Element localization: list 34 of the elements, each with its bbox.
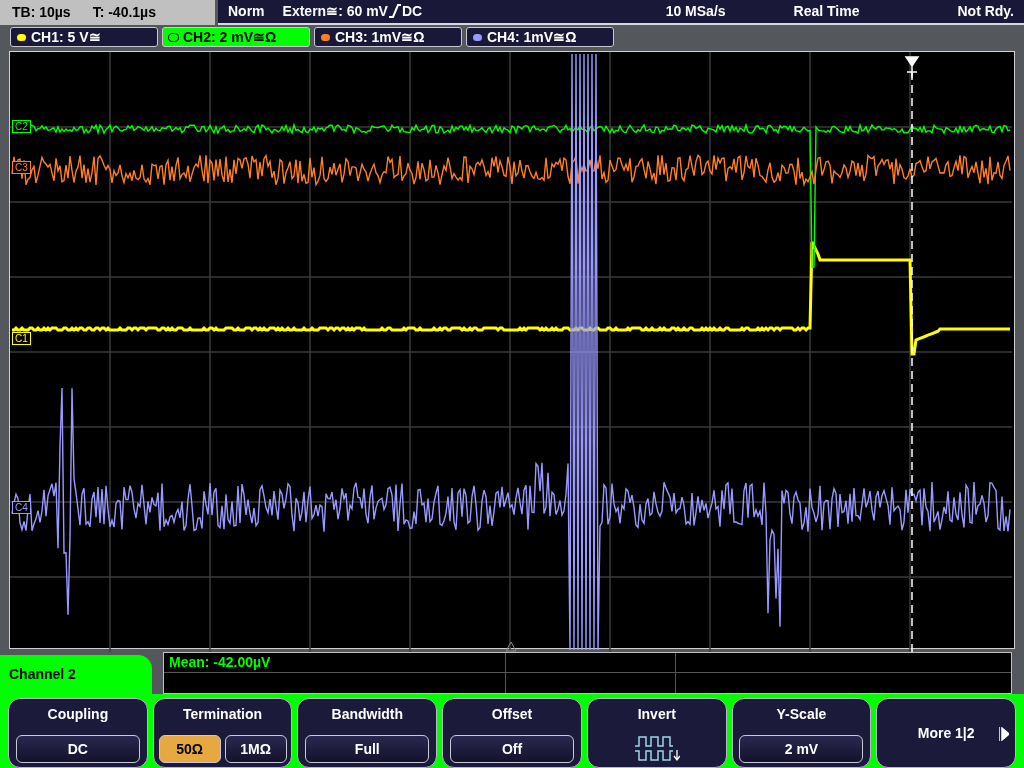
channel-tab[interactable]: CH2: 2 mV≅Ω [162,27,310,48]
sample-rate-text: 10 MSa/s [665,1,726,21]
trigger-mode-text: Norm [228,1,265,21]
trigger-time-text: T: -40.1µs [92,2,156,22]
acquisition-mode-text: Real Time [793,1,860,21]
run-state-text: Not Rdy. [957,1,1014,21]
value-button[interactable]: 2 mV [739,735,864,763]
channel-marker: C4 [12,500,31,514]
softkey-title: Y-Scale [776,705,827,723]
right-arrow-icon [999,727,1010,741]
option-button[interactable]: 50Ω [158,735,221,763]
more-button[interactable]: More 1|2 [876,698,1017,768]
invert-waveform-icon [633,735,680,763]
channel-marker: C2 [12,119,31,133]
channel-tab[interactable]: CH1: 5 V≅ [10,27,158,48]
trigger-coupling-text: DC [401,1,423,21]
rising-edge-icon [388,4,401,19]
softkey-title: Invert [637,705,676,723]
softkey-title: Offset [491,705,533,723]
softkey-title: Bandwidth [331,705,404,723]
channel-tab[interactable]: CH3: 1mV≅Ω [314,27,462,48]
trigger-position-icon [505,641,517,652]
softkey-title: Termination [183,705,263,723]
option-button[interactable]: 1MΩ [224,735,287,763]
channel-marker: C3 [12,160,31,174]
value-button[interactable]: DC [15,735,140,763]
trigger-marker-icon [905,56,920,79]
trigger-source-text: Extern≅: 60 mV [282,1,388,21]
value-button[interactable]: Off [450,735,574,763]
softkey-title: Coupling [47,705,109,723]
channel-tab[interactable]: CH4: 1mV≅Ω [466,27,614,48]
value-button[interactable]: Full [305,735,430,763]
timebase-text: TB: 10µs [12,2,71,22]
measurement-text: Mean: -42.00µV [164,653,506,674]
